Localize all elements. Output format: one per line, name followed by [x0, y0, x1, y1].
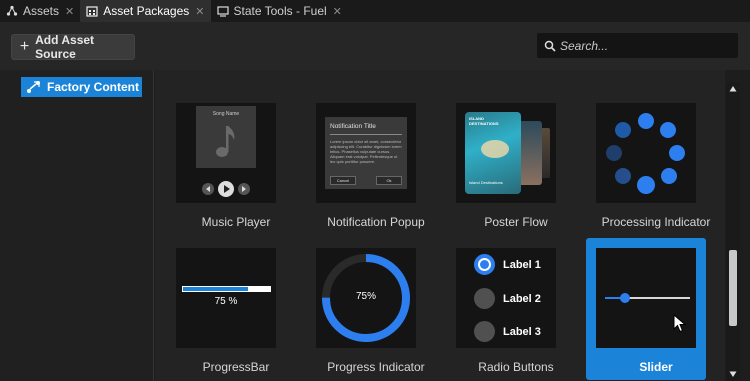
- radio-unselected-icon: [474, 288, 495, 309]
- radio-option: Label 2: [474, 288, 541, 309]
- tab-state-tools[interactable]: State Tools - Fuel ✕: [211, 0, 348, 22]
- asset-grid: Song Name Music Player Notification Titl…: [155, 70, 725, 381]
- tab-assets-label: Assets: [23, 4, 60, 18]
- close-icon[interactable]: ✕: [333, 5, 342, 18]
- source-tree: Factory Content: [0, 70, 154, 381]
- card-label: Radio Buttons: [478, 360, 554, 374]
- progress-indicator-value: 75%: [355, 291, 376, 302]
- slider-handle: [619, 293, 630, 303]
- close-icon[interactable]: ✕: [195, 5, 204, 18]
- card-label: Progress Indicator: [327, 360, 425, 374]
- tree-item-label: Factory Content: [47, 80, 140, 94]
- progressbar-value: 75 %: [214, 296, 238, 307]
- close-icon[interactable]: ✕: [65, 5, 74, 18]
- poster-card: ISLAND DESTINATIONS Island Destinations: [465, 112, 521, 194]
- song-name-text: Song Name: [212, 111, 240, 117]
- factory-content-icon: [27, 81, 40, 93]
- card-label: Slider: [639, 360, 673, 374]
- mouse-cursor-icon: [673, 314, 687, 333]
- music-player-thumbnail: Song Name: [176, 103, 276, 203]
- popup-cancel-button: Cancel: [330, 176, 356, 185]
- monitor-icon: [216, 6, 229, 17]
- radio-buttons-thumbnail: Label 1 Label 2 Label 3: [456, 248, 556, 348]
- tab-state-tools-label: State Tools - Fuel: [233, 4, 327, 18]
- popup-body-text: Lorem ipsum dolor sit amet, consectetur …: [330, 139, 402, 164]
- music-note-icon: [216, 126, 235, 157]
- card-label: Music Player: [201, 215, 271, 229]
- tab-asset-packages[interactable]: Asset Packages ✕: [80, 0, 211, 22]
- tab-assets[interactable]: Assets ✕: [0, 0, 80, 22]
- tab-asset-packages-label: Asset Packages: [103, 4, 190, 18]
- radio-option: Label 1: [474, 254, 541, 275]
- poster-flow-thumbnail: ISLAND DESTINATIONS Island Destinations: [456, 103, 556, 203]
- card-label: ProgressBar: [202, 360, 270, 374]
- spinner-dots: [606, 113, 685, 194]
- poster-subtitle-text: Island Destinations: [469, 180, 503, 185]
- radio-option: Label 3: [474, 321, 541, 342]
- processing-indicator-thumbnail: [596, 103, 696, 203]
- tab-bar: Assets ✕ Asset Packages ✕ State Tools - …: [0, 0, 750, 22]
- search-input[interactable]: [560, 38, 730, 53]
- playback-controls: [202, 181, 250, 197]
- notification-popup-thumbnail: Notification Title Lorem ipsum dolor sit…: [316, 103, 416, 203]
- add-asset-source-label: Add Asset Source: [35, 33, 95, 61]
- nodes-icon: [6, 5, 18, 16]
- scroll-down-arrow-icon[interactable]: [726, 367, 740, 381]
- scrollbar-thumb[interactable]: [729, 250, 737, 326]
- popup-ok-button: Ok: [376, 176, 402, 185]
- toolbar: + Add Asset Source: [0, 22, 750, 70]
- scroll-up-arrow-icon[interactable]: [726, 82, 740, 96]
- tree-item-factory-content[interactable]: Factory Content: [21, 77, 142, 97]
- progressbar-track: [182, 286, 271, 292]
- search-box[interactable]: [537, 33, 738, 58]
- progress-indicator-thumbnail: 75%: [316, 248, 416, 348]
- card-label: Poster Flow: [484, 215, 548, 229]
- progressbar-thumbnail: 75 %: [176, 248, 276, 348]
- radio-label: Label 3: [503, 325, 541, 338]
- card-label: Processing Indicator: [601, 215, 711, 229]
- slider-thumbnail: [596, 248, 696, 348]
- add-asset-source-button[interactable]: + Add Asset Source: [11, 33, 135, 61]
- popup-preview: Notification Title Lorem ipsum dolor sit…: [325, 117, 407, 189]
- album-art: Song Name: [196, 106, 256, 168]
- popup-title-text: Notification Title: [330, 123, 376, 130]
- card-label: Notification Popup: [327, 215, 425, 229]
- plus-icon: +: [19, 38, 30, 55]
- radio-label: Label 1: [503, 258, 541, 271]
- search-icon: [540, 40, 560, 52]
- radio-unselected-icon: [474, 321, 495, 342]
- package-icon: [86, 6, 98, 17]
- radio-selected-icon: [474, 254, 495, 275]
- vertical-scrollbar[interactable]: [726, 82, 740, 381]
- radio-label: Label 2: [503, 292, 541, 305]
- poster-title-text: ISLAND DESTINATIONS: [469, 116, 499, 126]
- progressbar-fill: [182, 286, 249, 292]
